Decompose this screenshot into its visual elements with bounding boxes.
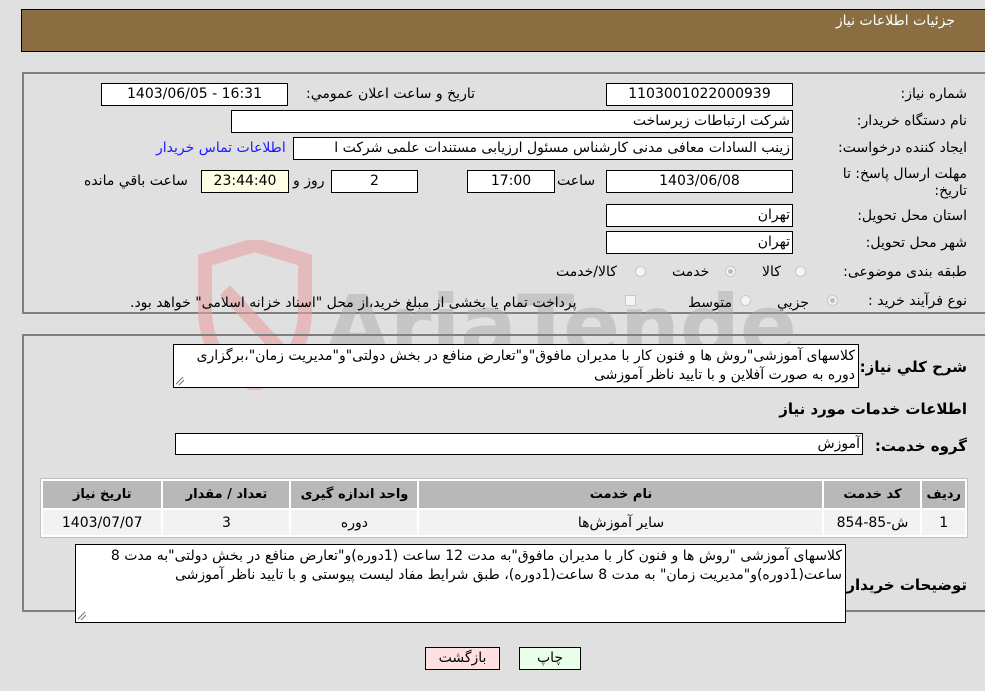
category-option-service: خدمت [672, 264, 710, 280]
category-label: طبقه بندی موضوعی: [843, 264, 967, 280]
city-label: شهر محل تحويل: [865, 235, 967, 251]
announce-datetime-label: تاريخ و ساعت اعلان عمومي: [306, 86, 475, 102]
print-button[interactable]: چاپ [519, 647, 581, 670]
deadline-time-field[interactable]: 17:00 [467, 170, 555, 193]
purchase-option-minor: جزيي [777, 295, 809, 311]
province-label: استان محل تحويل: [857, 208, 967, 224]
col-quantity: تعداد / مقدار [163, 481, 290, 508]
deadline-label-date: تاريخ: [934, 183, 967, 199]
treasury-payment-checkbox[interactable] [625, 295, 636, 306]
category-radio-service[interactable] [725, 266, 736, 277]
category-radio-goods-service[interactable] [635, 266, 646, 277]
purchase-type-label: نوع فرآيند خريد : [868, 293, 967, 309]
remaining-days-field[interactable]: 2 [331, 170, 418, 193]
back-button[interactable]: بازگشت [425, 647, 500, 670]
resize-handle-icon[interactable] [78, 612, 86, 620]
cell-unit: دوره [291, 510, 418, 535]
cell-service-code: ش-85-854 [824, 510, 921, 535]
days-label: روز و [293, 173, 325, 189]
category-option-goods-service: کالا/خدمت [556, 264, 617, 280]
buyer-org-field[interactable]: شرکت ارتباطات زيرساخت [231, 110, 793, 133]
announce-datetime-field[interactable]: 1403/06/05 - 16:31 [101, 83, 288, 106]
service-group-label: گروه خدمت: [874, 437, 967, 455]
province-field[interactable]: تهران [606, 204, 793, 227]
services-section-title: اطلاعات خدمات مورد نياز [779, 400, 967, 418]
buyer-notes-label: توضيحات خريدار: [840, 576, 967, 594]
buyer-org-label: نام دستگاه خريدار: [856, 113, 967, 129]
cell-need-date: 1403/07/07 [43, 510, 162, 535]
category-radio-goods[interactable] [795, 266, 806, 277]
remaining-time-field: 23:44:40 [201, 170, 289, 193]
buyer-contact-link[interactable]: اطلاعات تماس خريدار [156, 140, 286, 156]
requester-label: ايجاد کننده درخواست: [838, 140, 967, 156]
city-field[interactable]: تهران [606, 231, 793, 254]
summary-text: کلاسهای آموزشی"روش ها و فنون کار با مدير… [196, 348, 855, 383]
treasury-payment-note: پرداخت تمام يا بخشی از مبلغ خريد،از محل … [130, 295, 577, 311]
purchase-radio-medium[interactable] [740, 295, 751, 306]
cell-quantity: 3 [163, 510, 290, 535]
col-need-date: تاريخ نياز [43, 481, 162, 508]
buyer-notes-field[interactable]: کلاسهای آموزشی "روش ها و فنون کار با مدي… [75, 544, 846, 623]
col-row-number: رديف [922, 481, 965, 508]
table-header-row: رديف کد خدمت نام خدمت واحد اندازه گيری ت… [43, 481, 965, 508]
col-service-name: نام خدمت [419, 481, 823, 508]
services-table: رديف کد خدمت نام خدمت واحد اندازه گيری ت… [40, 478, 968, 538]
table-row: 1 ش-85-854 ساير آموزش‌ها دوره 3 1403/07/… [43, 510, 965, 535]
cell-service-name: ساير آموزش‌ها [419, 510, 823, 535]
buyer-notes-text: کلاسهای آموزشی "روش ها و فنون کار با مدي… [110, 548, 842, 583]
deadline-date-field[interactable]: 1403/06/08 [606, 170, 793, 193]
details-frame [22, 72, 985, 314]
deadline-time-label: ساعت [557, 173, 596, 189]
resize-handle-icon[interactable] [176, 377, 184, 385]
deadline-label: مهلت ارسال پاسخ: تا [842, 166, 967, 182]
page-title: جزئیات اطلاعات نیاز [835, 13, 955, 29]
service-group-field[interactable]: آموزش [175, 433, 863, 455]
purchase-option-medium: متوسط [688, 295, 732, 311]
summary-label: شرح کلي نياز: [859, 358, 967, 376]
need-number-label: شماره نیاز: [900, 86, 968, 102]
need-number-field[interactable]: 1103001022000939 [606, 83, 793, 106]
requester-field[interactable]: زينب السادات معافی مدنی کارشناس مسئول ار… [293, 137, 793, 160]
remaining-label: ساعت باقي مانده [84, 173, 188, 189]
col-unit: واحد اندازه گيری [291, 481, 418, 508]
summary-field[interactable]: کلاسهای آموزشی"روش ها و فنون کار با مدير… [173, 344, 859, 388]
col-service-code: کد خدمت [824, 481, 921, 508]
purchase-radio-minor[interactable] [827, 295, 838, 306]
category-option-goods: کالا [762, 264, 781, 280]
cell-row-number: 1 [922, 510, 965, 535]
